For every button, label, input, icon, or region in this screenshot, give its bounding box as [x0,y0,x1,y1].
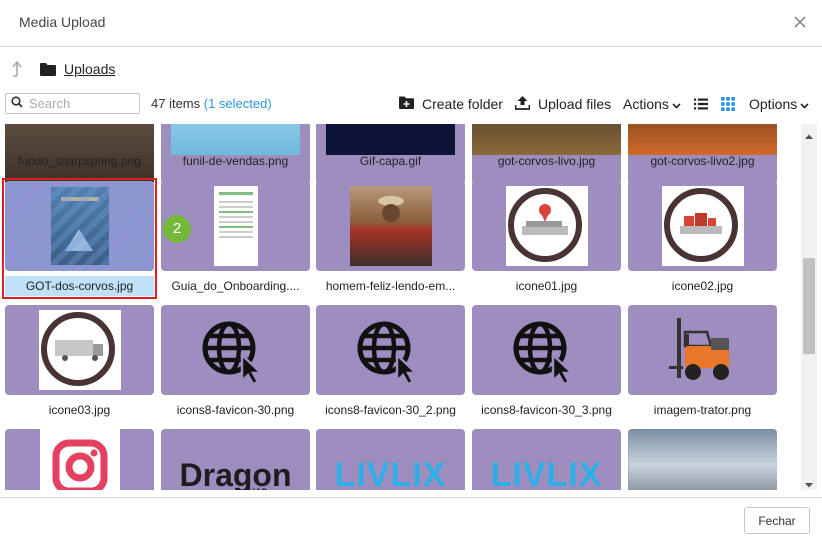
logo-subtext: SQUAD [236,487,269,490]
create-folder-label: Create folder [422,96,503,112]
dialog-header: Media Upload [0,0,822,47]
file-tile[interactable] [5,305,154,395]
selection-highlight [2,178,157,299]
dialog-footer: Fechar [0,497,822,538]
chevron-down-icon [672,96,681,112]
actions-dropdown[interactable]: Actions [623,94,681,114]
file-tile[interactable] [316,305,465,395]
instagram-icon [39,429,120,490]
file-tile[interactable] [5,429,154,490]
file-tile[interactable] [161,305,310,395]
step-badge: 2 [163,215,191,243]
image-thumbnail [213,186,258,266]
logo-text: Dragon [179,457,292,490]
file-name[interactable]: homem-feliz-lendo-em... [316,276,465,296]
globe-cursor-icon [507,315,587,385]
globe-cursor-icon [196,315,276,385]
file-name[interactable]: Guia_do_Onboarding.... [161,276,310,296]
file-name[interactable]: icons8-favicon-30_3.png [472,400,621,420]
file-tile[interactable] [472,305,621,395]
scroll-down-icon[interactable] [805,476,813,488]
options-dropdown[interactable]: Options [749,94,809,114]
scrollbar-thumb[interactable] [803,258,815,354]
file-name[interactable]: funil-de-vendas.png [161,151,310,171]
folder-icon [40,62,56,76]
folder-plus-icon [399,96,414,112]
logo-text: LIVLIX [334,456,447,490]
selected-count[interactable]: (1 selected) [204,96,272,111]
upload-files-button[interactable]: Upload files [514,94,612,114]
file-name[interactable]: got-corvos-livo2.jpg [628,151,777,171]
file-tile[interactable] [628,181,777,271]
items-count: 47 items (1 selected) [151,96,272,111]
file-tile[interactable] [628,305,777,395]
image-thumbnail [349,186,432,266]
breadcrumb: Uploads [10,58,115,80]
brand-logo: LIVLIX [321,451,461,490]
image-thumbnail [38,310,121,390]
file-name[interactable]: got-corvos-livo.jpg [472,151,621,171]
file-name[interactable]: icone03.jpg [5,400,154,420]
logo-text: LIVLIX [490,456,603,490]
file-name[interactable]: icons8-favicon-30_2.png [316,400,465,420]
file-name[interactable]: icons8-favicon-30.png [161,400,310,420]
search-input[interactable] [29,96,129,111]
actions-label: Actions [623,96,669,112]
file-name[interactable]: fundo_sharpspring.png [5,151,154,171]
image-thumbnail [661,186,744,266]
file-name[interactable]: Gif-capa.gif [316,151,465,171]
breadcrumb-uploads-link[interactable]: Uploads [64,61,115,77]
file-name[interactable]: icone01.jpg [472,276,621,296]
create-folder-button[interactable]: Create folder [399,94,503,114]
brand-logo: DragonSQUAD [166,451,306,490]
toolbar: 47 items (1 selected) Create folder Uplo… [0,90,822,118]
search-box[interactable] [5,93,140,114]
image-thumbnail [505,186,588,266]
chevron-down-icon [800,96,809,112]
file-grid: fundo_sharpspring.png funil-de-vendas.png… [0,124,800,490]
brand-logo: LIVLIX [477,451,617,490]
file-tile[interactable]: LIVLIX [472,429,621,490]
list-view-icon[interactable] [694,94,708,114]
file-name[interactable]: icone02.jpg [628,276,777,296]
up-arrow-icon[interactable] [10,59,24,79]
file-tile[interactable]: LIVLIX [316,429,465,490]
upload-icon [514,95,531,113]
options-label: Options [749,96,798,112]
dialog-title: Media Upload [19,14,106,30]
search-icon [11,95,23,113]
vertical-scrollbar[interactable] [801,124,817,490]
close-button[interactable]: Fechar [744,507,810,534]
file-tile[interactable] [316,181,465,271]
file-tile[interactable] [472,181,621,271]
file-tile[interactable] [628,429,777,490]
grid-view-icon[interactable] [721,94,735,114]
file-name[interactable]: imagem-trator.png [628,400,777,420]
globe-cursor-icon [351,315,431,385]
forklift-icon [665,312,741,388]
image-thumbnail [628,429,777,490]
close-icon[interactable] [792,13,808,31]
upload-files-label: Upload files [538,96,612,112]
items-count-text: 47 items [151,96,201,111]
file-tile[interactable]: DragonSQUAD [161,429,310,490]
scroll-up-icon[interactable] [805,128,813,139]
